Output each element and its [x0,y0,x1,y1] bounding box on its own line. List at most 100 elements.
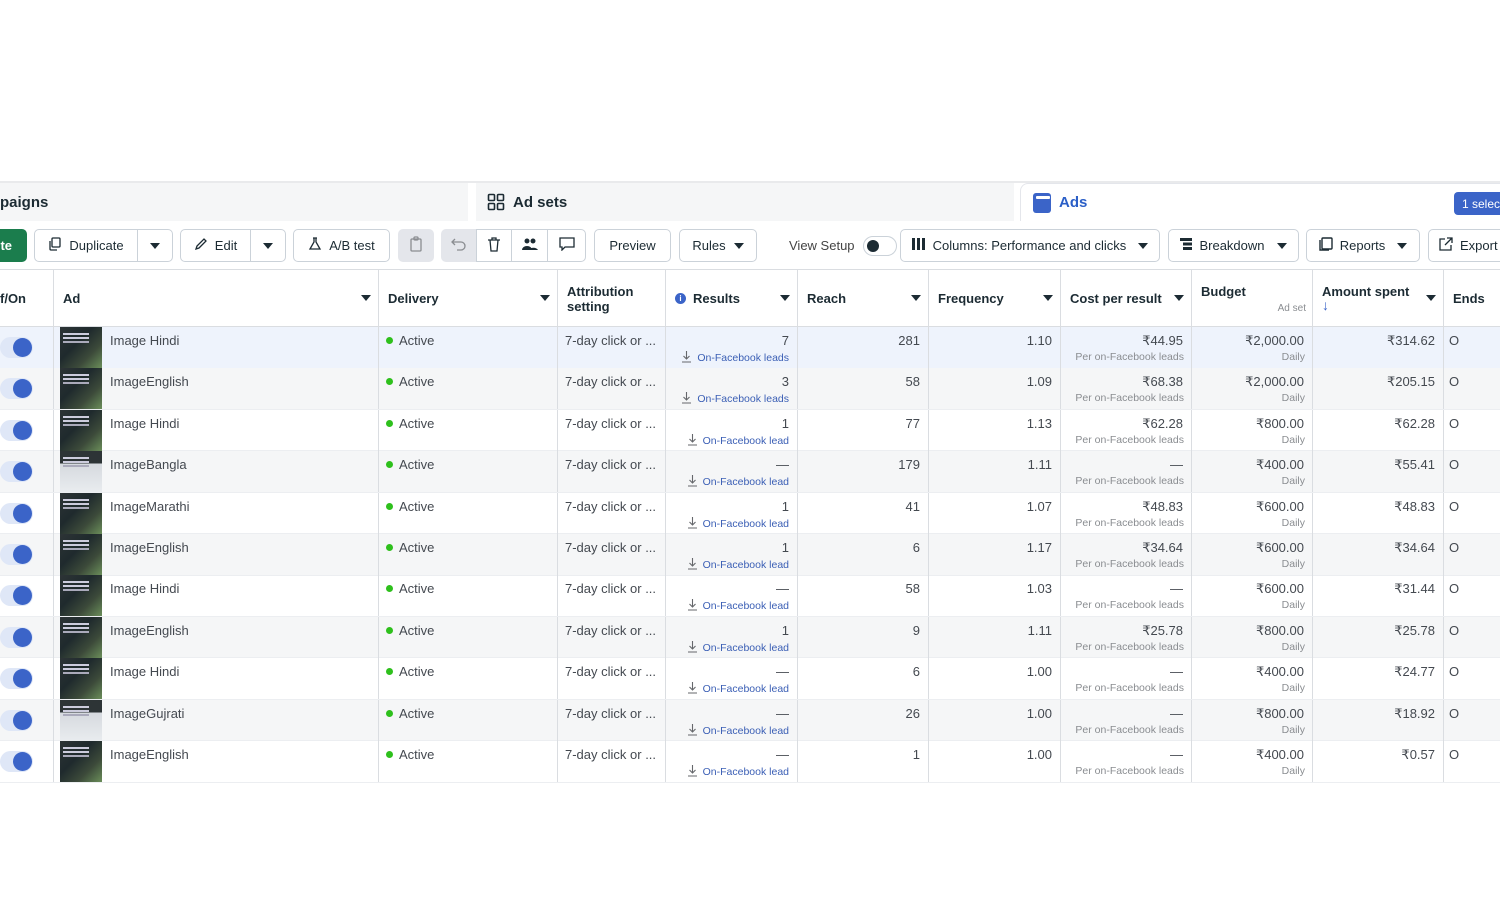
ad-name[interactable]: ImageEnglish [110,374,189,389]
rules-button[interactable]: Rules [679,229,757,262]
delivery-status: Active [399,664,435,680]
view-setup-toggle[interactable] [862,235,897,256]
ad-name[interactable]: ImageEnglish [110,540,189,555]
create-button[interactable]: te [0,229,27,262]
ad-name[interactable]: ImageGujrati [110,706,184,721]
chevron-down-icon[interactable] [540,295,550,301]
chevron-down-icon[interactable] [1426,295,1436,301]
ad-thumbnail[interactable] [60,451,102,493]
comment-button[interactable] [547,229,586,262]
table-row[interactable]: ImageBangla Active 7-day click or ... — … [0,451,1500,493]
col-reach-header[interactable]: Reach [798,270,929,327]
row-amount-spent-cell: ₹62.28 [1313,409,1444,451]
ad-thumbnail[interactable] [60,616,102,658]
duplicate-button[interactable]: Duplicate [34,229,138,262]
reports-label: Reports [1339,238,1386,253]
frequency-value: 1.03 [1026,581,1052,597]
chevron-down-icon[interactable] [1174,295,1184,301]
duplicate-dropdown[interactable] [137,229,173,262]
clipboard-button[interactable] [398,229,434,262]
ad-name[interactable]: ImageEnglish [110,623,189,638]
ad-thumbnail[interactable] [60,534,102,575]
ad-thumbnail[interactable] [60,741,102,782]
ab-test-button[interactable]: A/B test [293,229,390,262]
ad-name[interactable]: ImageEnglish [110,747,189,762]
ad-thumbnail[interactable] [60,409,102,451]
tab-ads[interactable]: Ads 1 selec [1020,183,1500,221]
ad-on-off-toggle[interactable] [0,709,33,731]
ad-on-off-toggle[interactable] [0,378,33,400]
row-ad-cell: ImageBangla [54,451,379,493]
table-row[interactable]: ImageMarathi Active 7-day click or ... 1… [0,492,1500,535]
col-amount-spent-header[interactable]: Amount spent ↓ [1313,270,1444,327]
delete-button[interactable] [476,229,512,262]
row-attribution-cell: 7-day click or ... [558,616,666,658]
col-budget-header[interactable]: Budget Ad set [1192,270,1313,327]
ad-on-off-toggle[interactable] [0,626,33,648]
cpr-note: Per on-Facebook leads [1075,682,1184,695]
ad-thumbnail[interactable] [60,699,102,741]
chevron-down-icon[interactable] [911,295,921,301]
ad-on-off-toggle[interactable] [0,502,33,524]
ad-thumbnail[interactable] [60,368,102,410]
ad-name[interactable]: Image Hindi [110,664,179,679]
undo-button[interactable] [441,229,477,262]
row-delivery-cell: Active [379,616,558,658]
ad-on-off-toggle[interactable] [0,668,33,690]
ad-name[interactable]: Image Hindi [110,581,179,596]
table-row[interactable]: ImageEnglish Active 7-day click or ... 3… [0,368,1500,410]
tab-campaigns[interactable]: paigns [0,183,468,221]
ad-on-off-toggle[interactable] [0,585,33,607]
table-row[interactable]: Image Hindi Active 7-day click or ... 1 … [0,409,1500,452]
table-row[interactable]: ImageEnglish Active 7-day click or ... 1… [0,534,1500,576]
preview-button[interactable]: Preview [594,229,671,262]
export-button[interactable]: Export [1428,229,1500,262]
columns-button[interactable]: Columns: Performance and clicks [900,229,1160,262]
table-row[interactable]: ImageGujrati Active 7-day click or ... —… [0,699,1500,742]
audience-button[interactable] [511,229,548,262]
table-row[interactable]: Image Hindi Active 7-day click or ... — … [0,575,1500,617]
cpr-value: ₹34.64 [1142,540,1183,555]
ad-thumbnail[interactable] [60,658,102,700]
table-row[interactable]: ImageEnglish Active 7-day click or ... —… [0,741,1500,783]
col-ad-header[interactable]: Ad [54,270,379,327]
row-ends-cell: O [1444,451,1500,492]
row-delivery-cell: Active [379,368,558,410]
budget-value: ₹400.00 [1255,457,1304,473]
ad-on-off-toggle[interactable] [0,751,33,772]
ad-name[interactable]: Image Hindi [110,416,179,431]
ad-on-off-toggle[interactable] [0,461,33,483]
sort-desc-icon[interactable]: ↓ [1322,298,1329,312]
col-ends-header[interactable]: Ends [1444,270,1500,327]
edit-dropdown[interactable] [250,229,286,262]
chevron-down-icon[interactable] [1043,295,1053,301]
chevron-down-icon[interactable] [361,295,371,301]
tab-ad-sets[interactable]: Ad sets [476,183,1014,221]
info-icon[interactable]: i [675,293,686,304]
reports-button[interactable]: Reports [1306,229,1420,262]
table-row[interactable]: Image Hindi Active 7-day click or ... — … [0,658,1500,700]
attribution-setting: 7-day click or ... [565,333,657,348]
table-row[interactable]: ImageEnglish Active 7-day click or ... 1… [0,616,1500,659]
ad-on-off-toggle[interactable] [0,544,33,565]
ad-on-off-toggle[interactable] [0,337,33,358]
ad-name[interactable]: Image Hindi [110,333,179,348]
selected-count-badge[interactable]: 1 selec [1454,192,1500,215]
col-results-header[interactable]: i Results [666,270,798,327]
ad-thumbnail[interactable] [60,575,102,617]
ad-thumbnail[interactable] [60,492,102,534]
edit-label: Edit [214,238,238,253]
ad-thumbnail[interactable] [60,327,102,368]
col-delivery-header[interactable]: Delivery [379,270,558,327]
col-attribution-header[interactable]: Attribution setting [558,270,666,327]
col-cpr-header[interactable]: Cost per result [1061,270,1192,327]
edit-button[interactable]: Edit [180,229,251,262]
ad-name[interactable]: ImageMarathi [110,499,189,514]
breakdown-button[interactable]: Breakdown [1168,229,1299,262]
ad-name[interactable]: ImageBangla [110,457,187,472]
row-ends-cell: O [1444,368,1500,409]
table-row[interactable]: Image Hindi Active 7-day click or ... 7 … [0,327,1500,369]
chevron-down-icon[interactable] [780,295,790,301]
ad-on-off-toggle[interactable] [0,419,33,441]
col-frequency-header[interactable]: Frequency [929,270,1061,327]
